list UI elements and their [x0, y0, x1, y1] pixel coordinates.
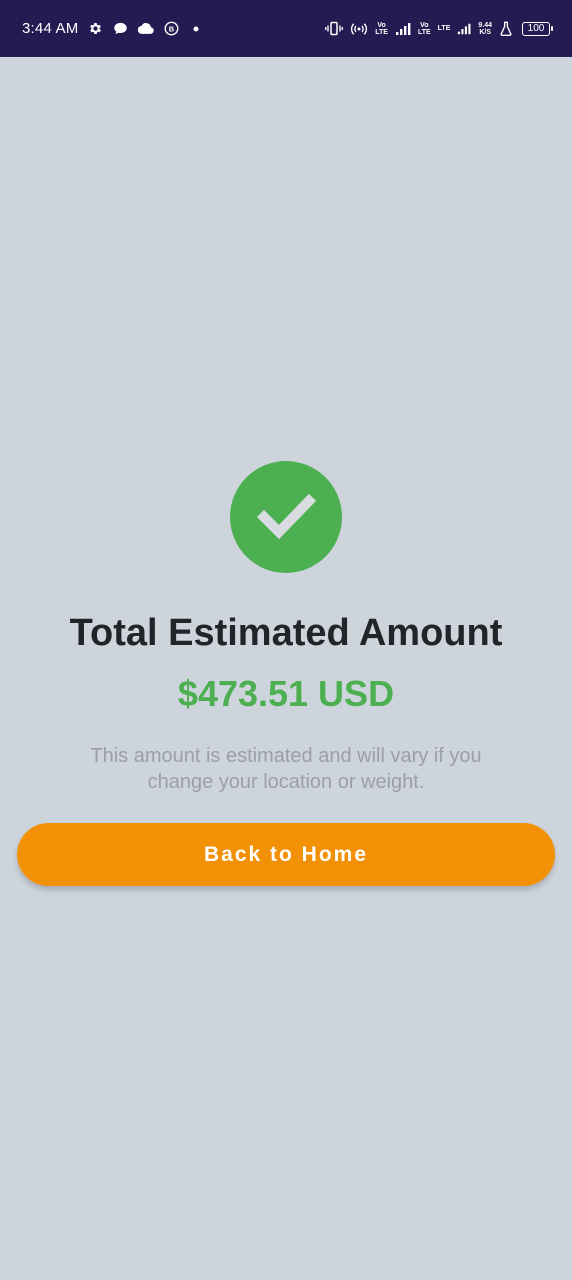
- chat-bubble-icon: [113, 21, 128, 36]
- page-title: Total Estimated Amount: [69, 612, 503, 654]
- success-check-icon: [230, 461, 342, 573]
- hotspot-icon: [350, 22, 368, 36]
- estimate-note: This amount is estimated and will vary i…: [90, 745, 482, 793]
- vo-lte-icon: Vo LTE: [417, 21, 431, 36]
- status-left: 3:44 AM B: [22, 20, 203, 37]
- network-speed: 9.44 K/S: [478, 21, 492, 36]
- lte-label: LTE: [437, 25, 451, 32]
- battery-icon: 100: [522, 21, 553, 36]
- cloud-icon: [138, 22, 155, 35]
- flask-icon: [499, 21, 513, 36]
- status-right: Vo LTE Vo LTE LTE 9.44 K/S 100: [325, 21, 553, 36]
- back-to-home-button[interactable]: Back to Home: [17, 823, 555, 886]
- estimated-amount: $473.51 USD: [177, 673, 395, 714]
- vibrate-icon: [325, 21, 344, 36]
- vo-lte-icon: Vo LTE: [375, 21, 388, 36]
- svg-text:B: B: [169, 24, 175, 33]
- dot-icon: [189, 22, 203, 36]
- signal-icon: [395, 22, 411, 36]
- b-badge-icon: B: [164, 21, 179, 36]
- status-time: 3:44 AM: [22, 20, 79, 37]
- settings-icon: [88, 21, 103, 36]
- status-bar: 3:44 AM B Vo LTE Vo LTE LTE 9.44 K/S 100: [0, 0, 572, 57]
- signal-icon: [457, 22, 471, 36]
